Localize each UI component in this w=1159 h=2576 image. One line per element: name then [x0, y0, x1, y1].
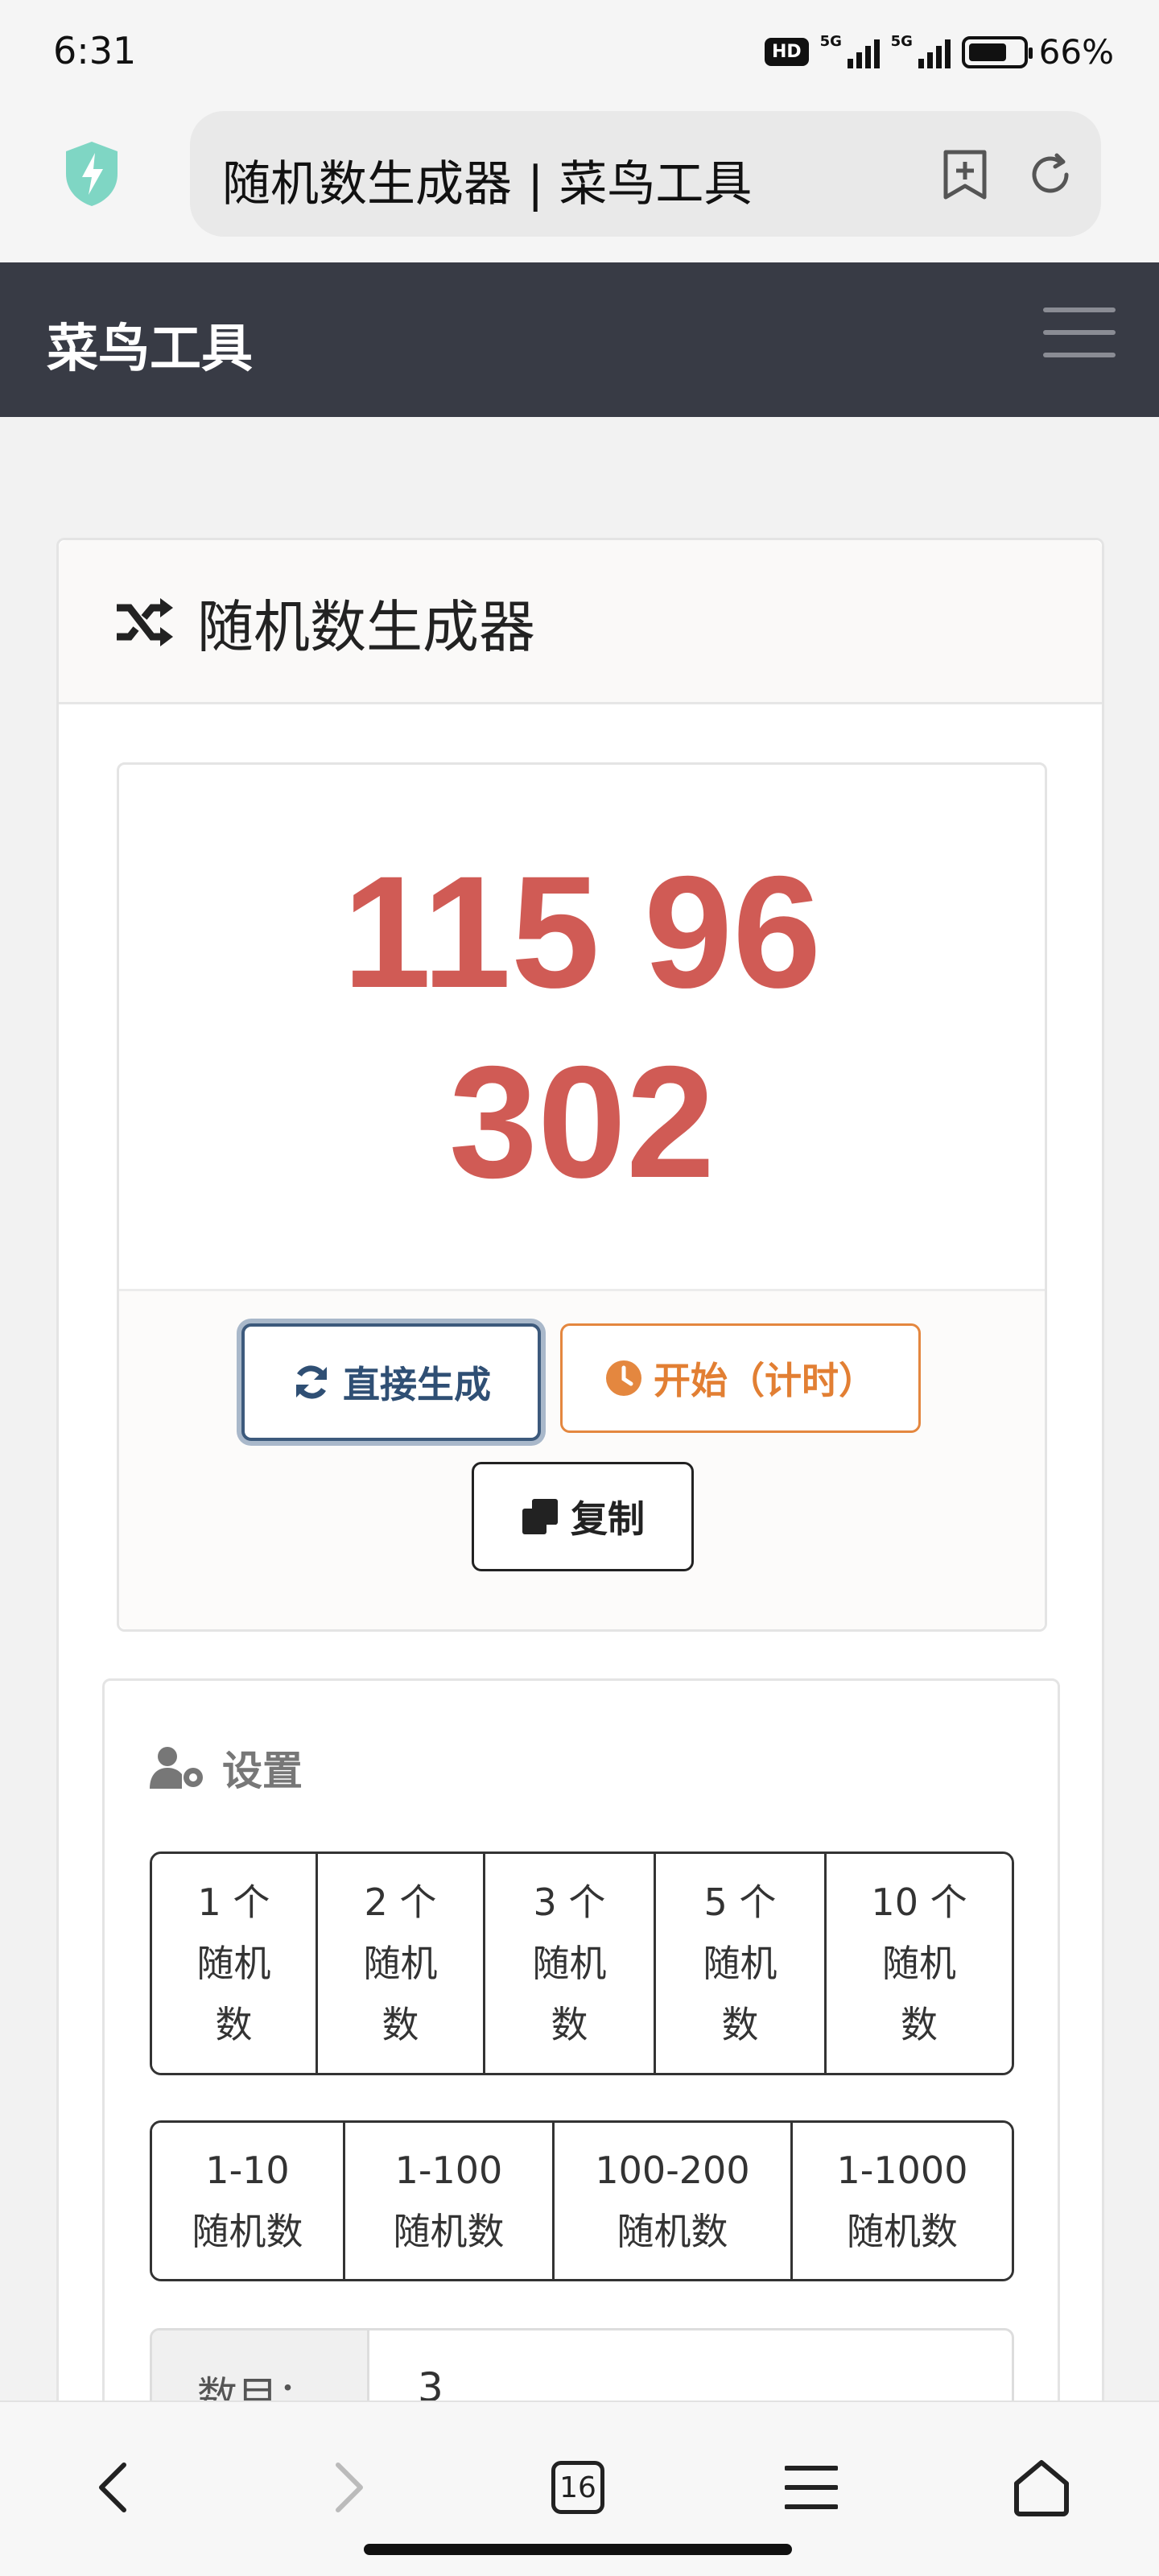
option-line: 数 [551, 2003, 588, 2046]
range-button-group: 1-10 随机数 1-100 随机数 100-200 随机数 1-1000 随机数 [150, 2120, 1014, 2281]
card-header: 随机数生成器 [59, 540, 1102, 704]
tab-count: 16 [551, 2461, 604, 2514]
bookmark-add-icon[interactable] [934, 143, 996, 206]
status-bar: 6:31 HD 5G 5G 66% [0, 0, 1159, 100]
random-numbers: 115 96 302 [342, 842, 822, 1211]
menu-lines-icon[interactable] [771, 2447, 852, 2528]
count-option-5[interactable]: 5 个随机数 [656, 1854, 827, 2073]
site-navbar: 菜鸟工具 [0, 262, 1159, 417]
user-cog-icon [150, 1747, 203, 1789]
status-time: 6:31 [53, 29, 137, 72]
option-line: 数 [901, 2003, 938, 2046]
option-line: 随机数 [847, 2210, 958, 2253]
menu-icon[interactable] [1043, 308, 1116, 369]
settings-title: 设置 [222, 1748, 303, 1794]
tabs-icon[interactable]: 16 [538, 2447, 618, 2528]
address-bar[interactable]: 随机数生成器 | 菜鸟工具 [190, 111, 1101, 237]
status-icons: HD 5G 5G 66% [764, 32, 1114, 72]
result-display: 115 96 302 [119, 765, 1045, 1291]
option-line: 3 个 [533, 1880, 606, 1924]
option-line: 1-1000 [836, 2149, 968, 2192]
refresh-icon[interactable] [1019, 143, 1082, 206]
option-line: 2 个 [364, 1880, 437, 1924]
home-icon[interactable] [1001, 2447, 1082, 2528]
settings-heading: 设置 [150, 1739, 303, 1797]
browser-toolbar: 随机数生成器 | 菜鸟工具 [0, 100, 1159, 262]
hd-badge: HD [764, 38, 809, 66]
option-line: 1 个 [197, 1880, 270, 1924]
option-line: 随机数 [617, 2210, 728, 2253]
option-line: 10 个 [871, 1880, 967, 1924]
option-line: 随机 [703, 1942, 777, 1985]
signal-icon: 5G [890, 32, 951, 68]
action-bar: 直接生成 开始（计时） 复制 [119, 1291, 1045, 1629]
option-line: 随机数 [192, 2210, 303, 2253]
option-line: 数 [382, 2003, 419, 2046]
count-option-1[interactable]: 1 个随机数 [152, 1854, 318, 2073]
option-line: 随机数 [393, 2210, 505, 2253]
copy-icon [522, 1499, 558, 1534]
option-line: 数 [215, 2003, 253, 2046]
count-option-3[interactable]: 3 个随机数 [485, 1854, 656, 2073]
result-panel: 115 96 302 直接生成 开始（计时） 复制 [117, 762, 1047, 1632]
battery-percent: 66% [1038, 32, 1114, 72]
copy-label: 复制 [571, 1497, 645, 1541]
option-line: 1-100 [394, 2149, 503, 2192]
option-line: 5 个 [703, 1880, 777, 1924]
option-line: 数 [721, 2003, 759, 2046]
page-title: 随机数生成器 | 菜鸟工具 [222, 156, 753, 213]
generator-card: 随机数生成器 115 96 302 直接生成 开始（计时） 复制 设置 1 个 … [56, 538, 1104, 2576]
range-option-1-10[interactable]: 1-10 随机数 [152, 2123, 345, 2279]
shuffle-icon [117, 598, 173, 646]
copy-button[interactable]: 复制 [472, 1462, 694, 1571]
range-option-1-100[interactable]: 1-100 随机数 [345, 2123, 555, 2279]
shield-bolt-icon[interactable] [63, 140, 121, 208]
range-option-100-200[interactable]: 100-200 随机数 [555, 2123, 793, 2279]
count-option-2[interactable]: 2 个随机数 [318, 1854, 485, 2073]
count-option-10[interactable]: 10 个随机数 [827, 1854, 1012, 2073]
clock-icon [606, 1360, 641, 1396]
back-icon[interactable] [72, 2447, 153, 2528]
generate-button[interactable]: 直接生成 [241, 1323, 541, 1441]
count-button-group: 1 个随机数 2 个随机数 3 个随机数 5 个随机数 10 个随机数 [150, 1852, 1014, 2075]
option-line: 1-10 [205, 2149, 290, 2192]
signal-label: 5G [819, 32, 842, 50]
option-line: 随机 [196, 1942, 271, 1985]
start-timer-button[interactable]: 开始（计时） [560, 1323, 921, 1433]
site-brand[interactable]: 菜鸟工具 [47, 308, 253, 382]
range-option-1-1000[interactable]: 1-1000 随机数 [793, 2123, 1012, 2279]
battery-icon [961, 35, 1033, 68]
start-label: 开始（计时） [654, 1359, 876, 1402]
signal-label: 5G [890, 32, 913, 50]
home-indicator [364, 2544, 792, 2555]
signal-icon: 5G [819, 32, 880, 68]
option-line: 100-200 [595, 2149, 750, 2192]
forward-icon[interactable] [309, 2447, 390, 2528]
generate-label: 直接生成 [343, 1363, 491, 1406]
option-line: 随机 [882, 1942, 956, 1985]
card-title: 随机数生成器 [197, 594, 535, 660]
option-line: 随机 [532, 1942, 607, 1985]
sync-icon [296, 1365, 327, 1399]
option-line: 随机 [363, 1942, 438, 1985]
